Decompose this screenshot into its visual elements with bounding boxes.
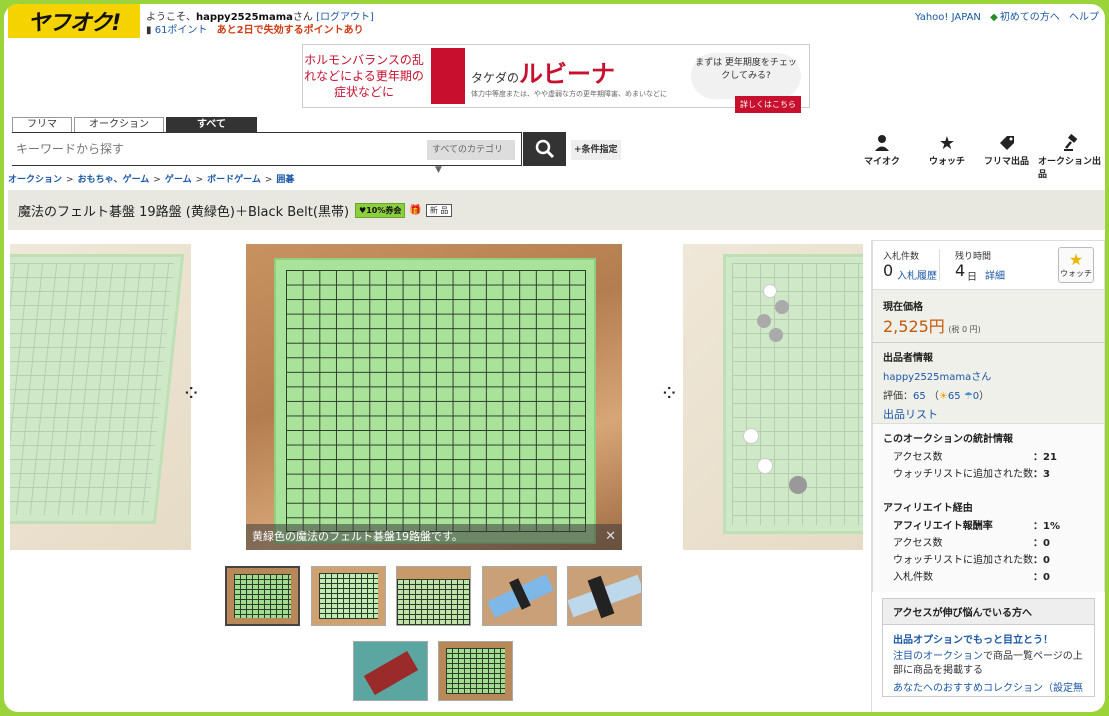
bid-summary: 入札件数 0 入札履歴 残り時間 4 日 詳細 ★ ウォッチ <box>872 240 1105 290</box>
item-title: 魔法のフェルト碁盤 19路盤 (黄緑色)＋Black Belt(黒帯) <box>18 204 350 220</box>
umbrella-icon: ☂ <box>963 391 973 402</box>
help-box: アクセスが伸び悩んでいる方へ 出品オプションでもっと目立とう！ 注目のオークショ… <box>882 598 1095 697</box>
details-link[interactable]: 詳細 <box>985 267 1005 282</box>
thumbnail[interactable] <box>438 641 513 701</box>
stone-black <box>769 328 783 342</box>
wallet-icon: ▮ <box>146 25 152 36</box>
ad-more-button[interactable]: 詳しくはこちら <box>735 96 801 113</box>
thumbnail[interactable] <box>311 566 386 626</box>
page-frame: ヤフオク! ようこそ、happy2525mamaさん [ログアウト] ▮ 61ポ… <box>4 4 1105 712</box>
thumbnail[interactable] <box>567 566 642 626</box>
rating-total-link[interactable]: 65 <box>913 391 926 402</box>
recommend-collection-link[interactable]: あなたへのおすすめコレクション（設定無 <box>883 678 1094 696</box>
breadcrumb-item[interactable]: おもちゃ、ゲーム <box>78 175 150 185</box>
price-box: 現在価格 2,525円 (税 0 円) <box>872 290 1105 342</box>
stone-black <box>757 314 771 328</box>
auction-info-panel: 入札件数 0 入札履歴 残り時間 4 日 詳細 ★ ウォッチ 現在価格 2,52… <box>871 240 1105 712</box>
listing-option-link[interactable]: 出品オプションでもっと目立とう！ <box>883 625 1094 646</box>
remaining-time: 4 <box>955 261 966 280</box>
first-time-link[interactable]: 初めての方へ <box>1000 12 1060 23</box>
stone-black <box>775 300 789 314</box>
breadcrumb-item[interactable]: 囲碁 <box>276 175 294 185</box>
thumbnail[interactable] <box>353 641 428 701</box>
prev-arrow-icon[interactable]: ⁘ <box>182 382 200 407</box>
breadcrumb-item[interactable]: ゲーム <box>165 175 192 185</box>
thumbnail[interactable] <box>396 566 471 626</box>
item-title-bar: 魔法のフェルト碁盤 19路盤 (黄緑色)＋Black Belt(黒帯) ♥10%… <box>8 190 1105 230</box>
coupon-badge: ♥10%券会 <box>355 202 406 218</box>
ad-bubble: まずは 更年期度をチェックしてみる? 詳しくはこちら <box>691 53 801 113</box>
person-icon <box>871 132 893 154</box>
seller-info: 出品者情報 happy2525mamaさん 評価：65 （☀65 ☂0） 出品リ… <box>872 342 1105 424</box>
next-image[interactable] <box>683 244 863 550</box>
sun-icon: ☀ <box>938 391 948 402</box>
ad-brand: ルビーナ <box>519 59 616 88</box>
star-icon: ★ <box>938 132 956 154</box>
category-select[interactable]: すべてのカテゴリ ▼ <box>427 140 515 175</box>
yafuoku-logo[interactable]: ヤフオク! <box>8 4 140 38</box>
prev-image[interactable] <box>10 244 191 550</box>
seller-name-link[interactable]: happy2525mamaさん <box>883 368 1094 383</box>
breadcrumb: オークション > おもちゃ、ゲーム > ゲーム > ボードゲーム > 囲碁 <box>8 175 295 185</box>
tab-all[interactable]: すべて <box>166 117 257 132</box>
board-grid <box>286 270 586 532</box>
current-price: 2,525円 <box>883 317 945 336</box>
new-badge: 新 品 <box>425 203 453 217</box>
tag-icon <box>996 132 1018 154</box>
affiliate-row: アフィリエイト報酬率 ：1% <box>893 521 1060 532</box>
stats-row: アクセス数 ：21 <box>893 452 1057 463</box>
search-button[interactable] <box>523 132 566 166</box>
tab-flea[interactable]: フリマ <box>12 117 72 132</box>
stone-black <box>789 476 807 494</box>
caret-down-icon: ▼ <box>435 165 442 175</box>
search-icon <box>535 139 554 159</box>
star-icon: ★ <box>1068 249 1084 269</box>
gavel-icon <box>1061 132 1083 154</box>
affiliate-row: 入札件数 ：0 <box>893 572 1050 583</box>
search-input[interactable] <box>12 133 412 165</box>
affiliate-row: アクセス数 ：0 <box>893 538 1050 549</box>
affiliate-row: ウォッチリストに追加された数 ：0 <box>893 555 1050 566</box>
search-tabs: フリマ オークション すべて <box>12 117 259 132</box>
beginner-icon: ◆ <box>990 12 998 23</box>
conditions-button[interactable]: +条件指定 <box>571 140 621 160</box>
stats-row: ウォッチリストに追加された数 ：3 <box>893 469 1050 480</box>
main-image[interactable]: 黄緑色の魔法のフェルト碁盤19路盤です。 ✕ <box>246 244 622 550</box>
stone-white <box>757 458 773 474</box>
seller-rating: 評価：65 （☀65 ☂0） <box>883 391 990 402</box>
ad-product-image <box>431 48 465 104</box>
points-warning[interactable]: あと2日で失効するポイントあり <box>217 25 364 36</box>
ad-left-text: ホルモンバランスの乱れなどによる更年期の症状などに <box>304 53 424 99</box>
image-caption: 黄緑色の魔法のフェルト碁盤19路盤です。 ✕ <box>246 524 622 550</box>
featured-auction-link[interactable]: 注目のオークション <box>893 651 983 662</box>
nav-my-auction[interactable]: マイオク <box>864 132 900 167</box>
tab-auction[interactable]: オークション <box>74 117 164 132</box>
points-link[interactable]: 61ポイント <box>155 25 208 36</box>
thumbnail[interactable] <box>225 566 300 626</box>
ad-banner[interactable]: ホルモンバランスの乱れなどによる更年期の症状などに タケダのルビーナ 体力中等度… <box>302 44 810 113</box>
close-icon[interactable]: ✕ <box>605 524 616 550</box>
breadcrumb-item[interactable]: オークション <box>8 175 62 185</box>
points-info: ▮ 61ポイント あと2日で失効するポイントあり <box>146 21 364 36</box>
stone-white <box>763 284 777 298</box>
breadcrumb-item[interactable]: ボードゲーム <box>207 175 261 185</box>
top-links: Yahoo! JAPAN ◆ 初めての方へ ヘルプ <box>909 8 1099 23</box>
bid-count: 0 <box>883 261 894 280</box>
yahoo-japan-link[interactable]: Yahoo! JAPAN <box>915 12 981 23</box>
help-link[interactable]: ヘルプ <box>1069 12 1099 23</box>
go-board <box>274 258 596 544</box>
stone-white <box>743 428 759 444</box>
nav-flea-listing[interactable]: フリマ出品 <box>984 132 1029 167</box>
watch-button[interactable]: ★ ウォッチ <box>1058 247 1094 283</box>
gift-icon: 🎁 <box>409 204 422 216</box>
nav-auction-listing[interactable]: オークション出品 <box>1038 132 1105 180</box>
bid-history-link[interactable]: 入札履歴 <box>897 267 937 282</box>
next-arrow-icon[interactable]: ⁘ <box>660 382 678 407</box>
auction-stats: このオークションの統計情報 アクセス数 ：21 ウォッチリストに追加された数 ：3 <box>872 424 1105 489</box>
affiliate-stats: アフィリエイト経由 アフィリエイト報酬率 ：1% アクセス数 ：0 ウォッチリストに… <box>872 489 1105 592</box>
nav-watch[interactable]: ★ ウォッチ <box>929 132 965 168</box>
thumbnail[interactable] <box>482 566 557 626</box>
item-list-link[interactable]: 出品リスト <box>883 406 1094 422</box>
